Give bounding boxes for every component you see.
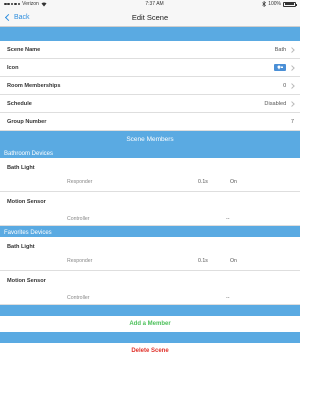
member-name: Bath Light (7, 165, 35, 171)
group-number-label: Group Number (7, 118, 47, 125)
member-ramp-rate: -- (226, 295, 230, 301)
scene-name-value-group: Bath (274, 46, 295, 53)
member-level: On (230, 258, 237, 264)
member-row[interactable]: Motion Sensor Controller -- (0, 271, 300, 305)
scene-name-label: Scene Name (7, 46, 41, 53)
group-title: Favorites Devices (4, 230, 52, 236)
scene-settings: Scene Name Bath Icon Room Memberships 0 … (0, 41, 300, 131)
light-bulb-icon (274, 64, 287, 71)
schedule-row[interactable]: Schedule Disabled (0, 95, 300, 113)
schedule-value-group: Disabled (264, 100, 295, 107)
member-role: Responder (67, 258, 93, 264)
header-band (0, 27, 300, 41)
chevron-right-icon (289, 46, 295, 53)
icon-row[interactable]: Icon (0, 59, 300, 77)
signal-strength-icon (4, 2, 21, 6)
room-memberships-label: Room Memberships (7, 82, 61, 89)
member-role: Controller (67, 216, 90, 222)
group-header-favorites: Favorites Devices (0, 226, 300, 237)
status-bar: Verizon 7:37 AM 100% (0, 0, 300, 8)
member-row[interactable]: Bath Light Responder 0.1s On (0, 158, 300, 192)
room-memberships-row[interactable]: Room Memberships 0 (0, 77, 300, 95)
member-name: Motion Sensor (7, 199, 46, 205)
status-bar-right: 100% (262, 1, 297, 7)
section-separator (0, 305, 300, 316)
battery-percent: 100% (268, 1, 281, 7)
member-role: Controller (67, 295, 90, 301)
delete-scene-label: Delete Scene (131, 348, 169, 354)
back-button[interactable]: Back (4, 8, 30, 26)
add-member-button[interactable]: Add a Member (0, 316, 300, 332)
chevron-right-icon (289, 100, 295, 107)
group-number-value: 7 (290, 118, 294, 125)
chevron-left-icon (4, 13, 13, 21)
scene-members-header: Scene Members (0, 131, 300, 147)
section-separator (0, 332, 300, 343)
member-row[interactable]: Bath Light Responder 0.1s On (0, 237, 300, 271)
member-ramp-rate: -- (226, 216, 230, 222)
icon-value-group (274, 64, 295, 71)
group-title: Bathroom Devices (4, 151, 54, 157)
back-button-label: Back (14, 13, 30, 21)
room-memberships-value: 0 (283, 82, 287, 89)
bottom-spacer (0, 359, 300, 379)
member-name: Bath Light (7, 244, 35, 250)
chevron-right-icon (289, 82, 295, 89)
schedule-label: Schedule (7, 100, 32, 107)
navigation-bar: Back Edit Scene (0, 8, 300, 27)
schedule-value: Disabled (264, 100, 287, 107)
member-ramp-rate: 0.1s (198, 258, 208, 264)
chevron-right-icon (289, 64, 295, 71)
group-header-bathroom: Bathroom Devices (0, 147, 300, 158)
member-level: On (230, 179, 237, 185)
group-number-value-group: 7 (291, 119, 294, 125)
delete-scene-button[interactable]: Delete Scene (0, 343, 300, 359)
icon-label: Icon (7, 64, 19, 71)
group-number-row: Group Number 7 (0, 113, 300, 131)
scene-members-title: Scene Members (126, 135, 174, 143)
status-time: 7:37 AM (145, 1, 164, 7)
wifi-icon (41, 1, 47, 7)
scene-name-row[interactable]: Scene Name Bath (0, 41, 300, 59)
battery-icon (283, 1, 297, 7)
room-memberships-value-group: 0 (283, 82, 295, 89)
member-name: Motion Sensor (7, 278, 46, 284)
carrier-label: Verizon (22, 1, 39, 7)
scene-name-value: Bath (274, 46, 287, 53)
member-ramp-rate: 0.1s (198, 179, 208, 185)
add-member-label: Add a Member (129, 321, 171, 327)
status-bar-left: Verizon (4, 1, 47, 7)
member-role: Responder (67, 179, 93, 185)
bluetooth-icon (262, 1, 267, 7)
page-title: Edit Scene (131, 12, 169, 22)
member-row[interactable]: Motion Sensor Controller -- (0, 192, 300, 226)
